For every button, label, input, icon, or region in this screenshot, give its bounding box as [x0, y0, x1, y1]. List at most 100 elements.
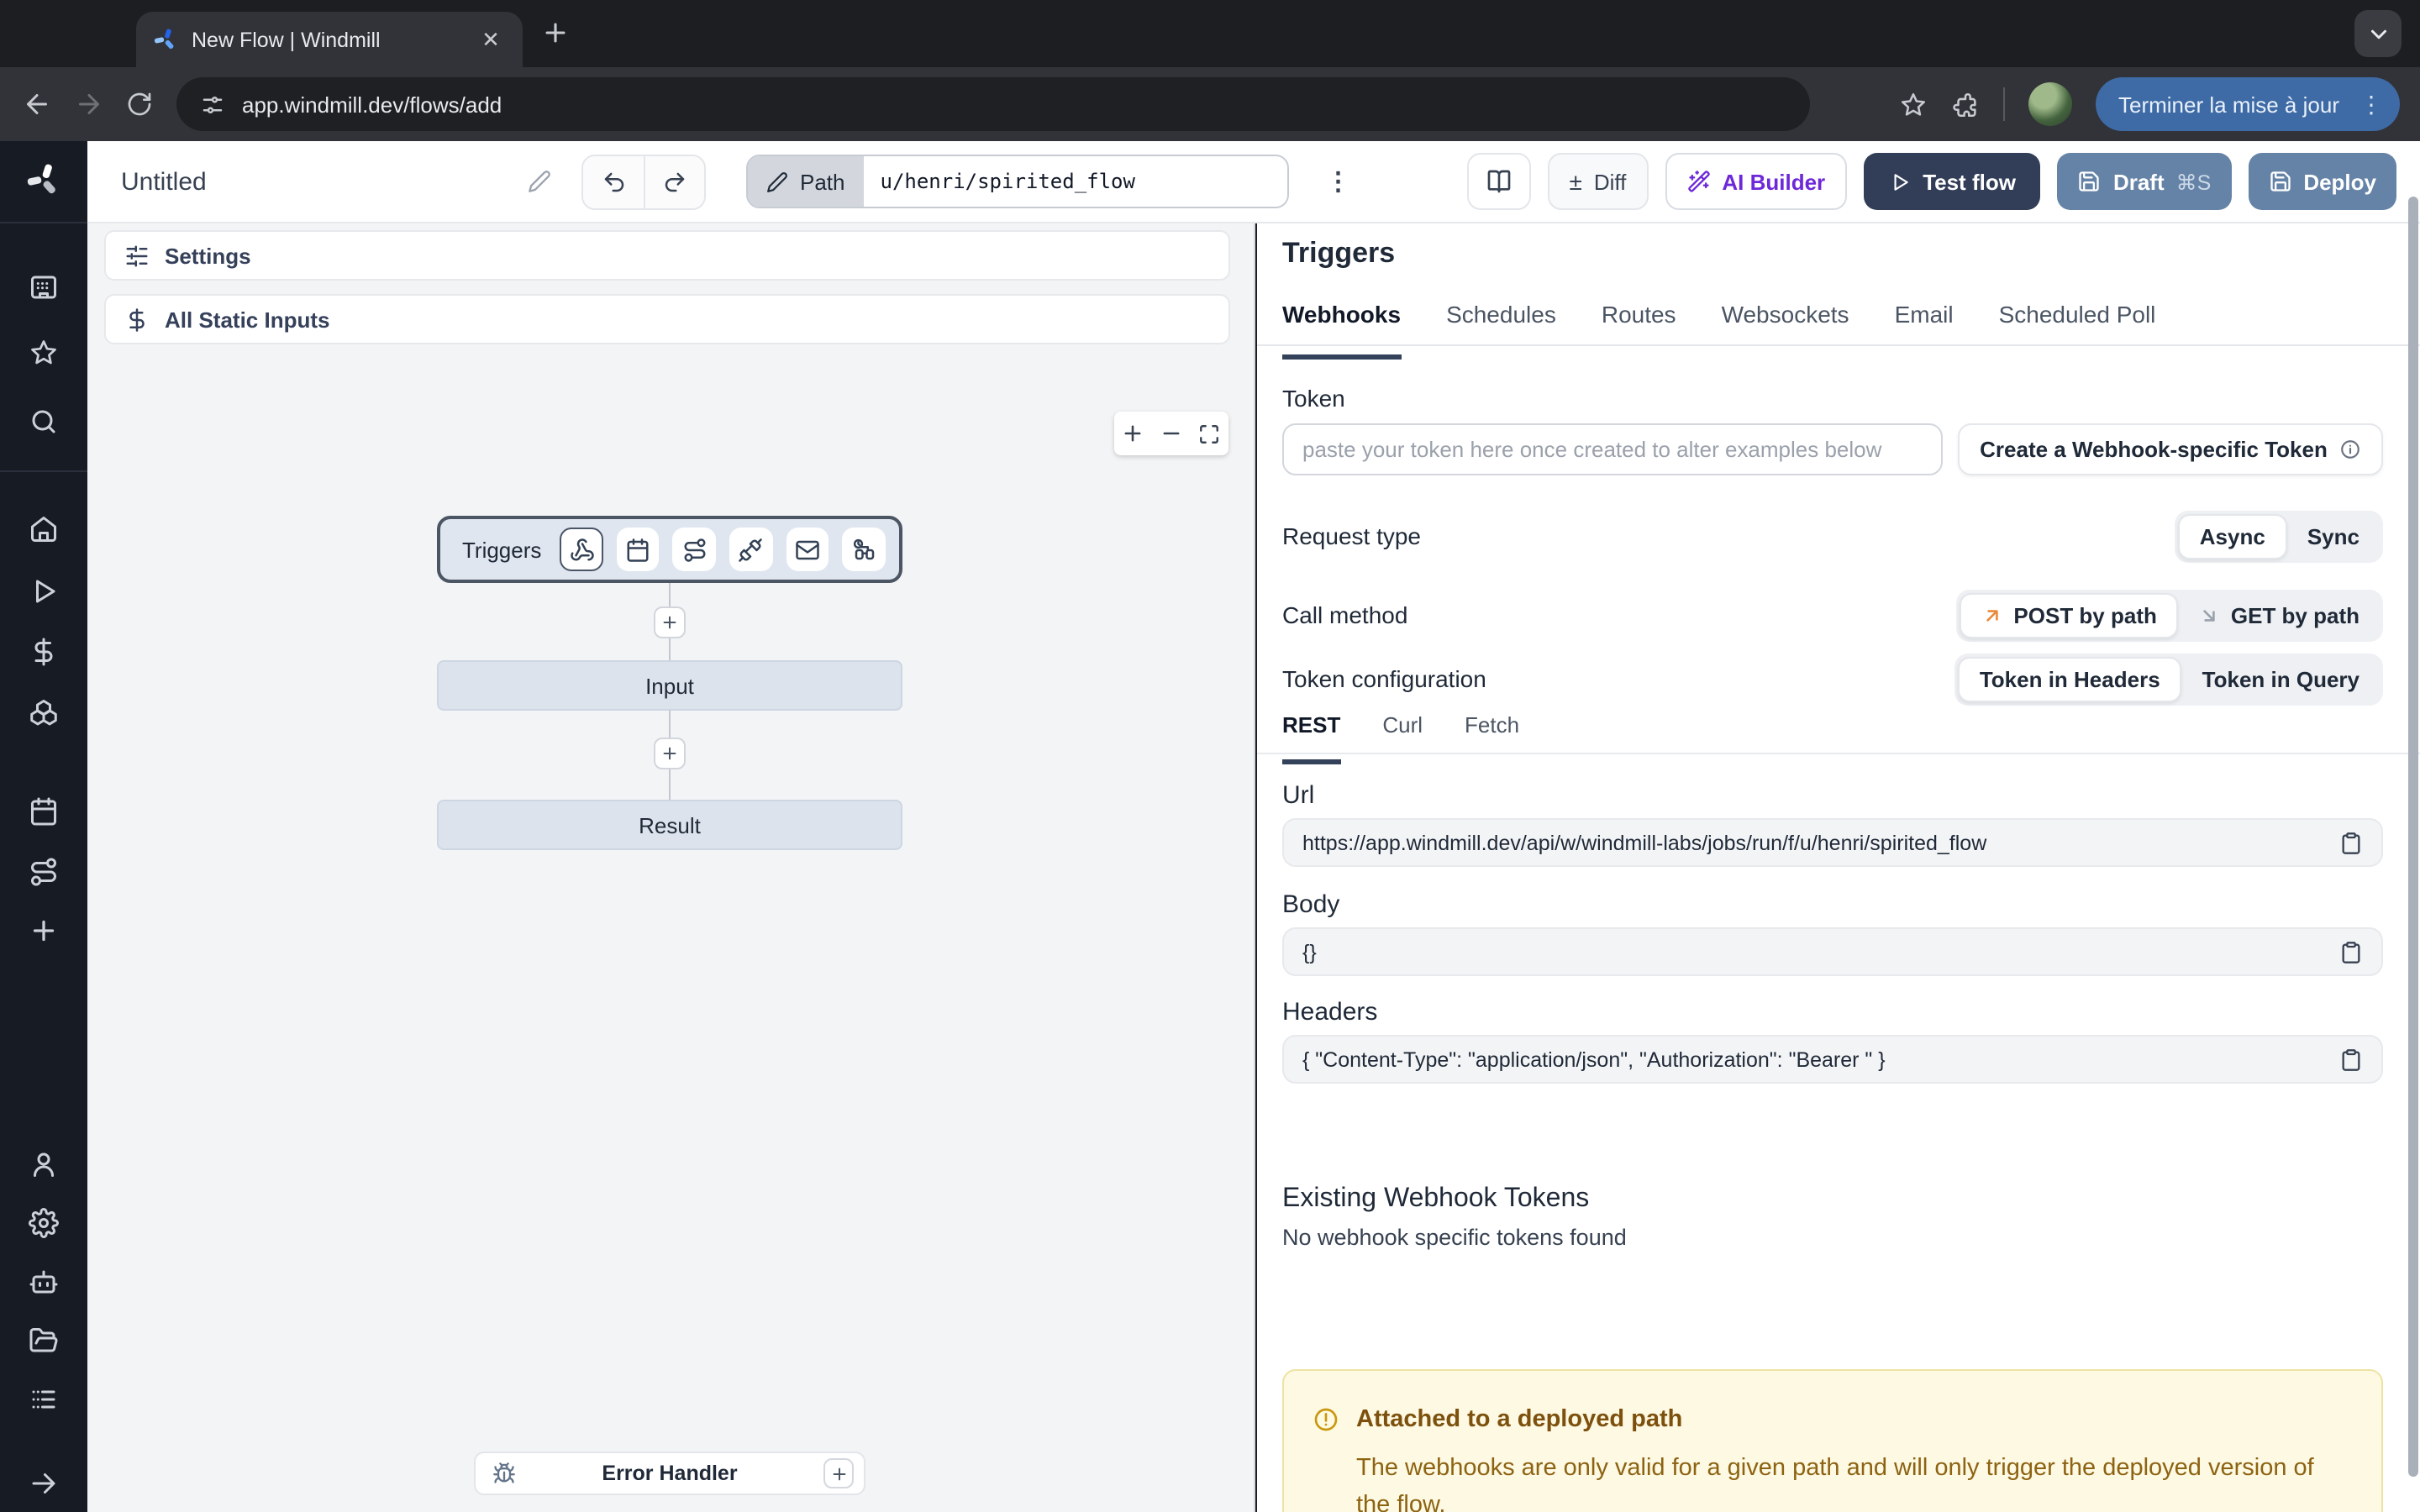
sidebar-item-create[interactable] [29, 916, 59, 946]
token-input[interactable] [1282, 423, 1943, 475]
windmill-logo[interactable] [25, 161, 62, 198]
undo-button[interactable] [583, 155, 644, 207]
browser-menu-icon[interactable]: ⋮ [2353, 90, 2390, 118]
browser-tab[interactable]: New Flow | Windmill ✕ [136, 12, 523, 67]
option-async[interactable]: Async [2178, 513, 2287, 559]
fit-view-button[interactable] [1191, 412, 1228, 455]
path-edit-button[interactable]: Path [748, 156, 864, 207]
triggers-node[interactable]: Triggers [437, 516, 902, 583]
result-node[interactable]: Result [437, 800, 902, 850]
reload-button[interactable] [126, 91, 153, 118]
tab-email[interactable]: Email [1895, 301, 1954, 344]
trigger-websocket-button[interactable] [729, 528, 772, 571]
zoom-out-button[interactable] [1152, 412, 1190, 455]
tab-scheduled-poll[interactable]: Scheduled Poll [1999, 301, 2156, 344]
sidebar-item-workers[interactable] [29, 1267, 59, 1297]
tab-rest[interactable]: REST [1282, 712, 1340, 753]
add-step-button[interactable] [654, 738, 686, 769]
draft-button[interactable]: Draft ⌘S [2058, 153, 2231, 210]
site-settings-icon[interactable] [200, 92, 225, 117]
body-field: {} [1282, 927, 2383, 976]
tab-close-icon[interactable]: ✕ [476, 24, 506, 55]
profile-avatar[interactable] [2028, 82, 2071, 126]
sidebar-item-logs[interactable] [29, 1384, 59, 1415]
settings-bar[interactable]: Settings [104, 230, 1230, 281]
deploy-button[interactable]: Deploy [2248, 153, 2396, 210]
sidebar-item-search[interactable] [29, 407, 59, 437]
sidebar-item-resources[interactable] [29, 697, 59, 727]
trigger-webhook-button[interactable] [560, 528, 602, 571]
option-token-in-headers[interactable]: Token in Headers [1958, 656, 2182, 701]
panel-scrollbar[interactable] [2408, 197, 2418, 1477]
docs-button[interactable] [1466, 153, 1530, 210]
warning-title: Attached to a deployed path [1356, 1406, 1682, 1433]
path-pencil-icon [766, 171, 788, 192]
sidebar-item-folders[interactable] [29, 1326, 59, 1356]
headers-field: { "Content-Type": "application/json", "A… [1282, 1035, 2383, 1084]
sidebar-item-favorites[interactable] [29, 338, 59, 368]
tab-search-button[interactable] [2354, 10, 2402, 57]
redo-button[interactable] [644, 155, 704, 207]
canvas-zoom-controls [1114, 412, 1228, 455]
new-tab-button[interactable] [541, 18, 570, 47]
error-handler-node[interactable]: Error Handler [474, 1452, 865, 1495]
option-token-in-query[interactable]: Token in Query [2182, 656, 2380, 701]
add-step-button[interactable] [654, 606, 686, 638]
trigger-email-button[interactable] [786, 528, 829, 571]
trigger-scheduled-poll-button[interactable] [843, 528, 886, 571]
static-inputs-bar[interactable]: All Static Inputs [104, 294, 1230, 344]
create-webhook-token-button[interactable]: Create a Webhook-specific Token [1958, 423, 2383, 475]
sidebar-item-schedules[interactable] [29, 796, 59, 827]
input-node[interactable]: Input [437, 660, 902, 711]
copy-headers-icon[interactable] [2339, 1047, 2363, 1071]
tab-routes[interactable]: Routes [1602, 301, 1676, 344]
tab-schedules[interactable]: Schedules [1446, 301, 1556, 344]
sidebar-item-variables[interactable] [29, 637, 59, 667]
sidebar-item-user[interactable] [29, 1149, 59, 1179]
flow-header-bar: Untitled Path ⋮ ± Diff AI Builder [87, 141, 2420, 223]
sidebar-expand-arrow-icon[interactable] [29, 1468, 59, 1499]
deployed-path-warning: Attached to a deployed path The webhooks… [1282, 1369, 2383, 1512]
tab-curl[interactable]: Curl [1382, 712, 1423, 753]
finish-update-button[interactable]: Terminer la mise à jour ⋮ [2095, 77, 2400, 131]
zoom-in-button[interactable] [1114, 412, 1152, 455]
url-bar[interactable]: app.windmill.dev/flows/add [176, 77, 1810, 131]
flow-name: Untitled [121, 167, 207, 196]
extensions-icon[interactable] [1950, 90, 1979, 118]
token-config-row: Token configuration Token in Headers Tok… [1282, 652, 2383, 706]
sidebar-item-runs[interactable] [29, 576, 59, 606]
edit-name-pencil-icon[interactable] [528, 170, 551, 193]
trigger-route-button[interactable] [673, 528, 716, 571]
code-example-tabs: REST Curl Fetch [1257, 712, 2420, 754]
tab-websockets[interactable]: Websockets [1722, 301, 1849, 344]
sidebar-item-triggers[interactable] [29, 857, 59, 887]
ai-builder-button[interactable]: AI Builder [1665, 153, 1847, 210]
tab-title: New Flow | Windmill [192, 28, 462, 51]
add-error-handler-button[interactable] [823, 1458, 854, 1488]
tab-webhooks[interactable]: Webhooks [1282, 301, 1401, 344]
flow-name-field[interactable]: Untitled [111, 167, 561, 196]
sidebar-item-home[interactable] [29, 514, 59, 544]
bookmark-star-icon[interactable] [1898, 90, 1927, 118]
test-flow-button[interactable]: Test flow [1864, 153, 2041, 210]
back-button[interactable] [22, 89, 52, 119]
forward-button[interactable] [74, 89, 104, 119]
path-control: Path [746, 155, 1289, 208]
wand-icon [1686, 170, 1710, 193]
sidebar-item-settings[interactable] [29, 1208, 59, 1238]
more-options-icon[interactable]: ⋮ [1326, 166, 1351, 197]
diff-button[interactable]: ± Diff [1547, 153, 1648, 210]
url-label: Url [1282, 781, 1314, 810]
dollar-icon [124, 307, 150, 332]
option-post-by-path[interactable]: POST by path [1960, 592, 2178, 638]
option-sync[interactable]: Sync [2287, 513, 2380, 559]
option-get-by-path[interactable]: GET by path [2179, 592, 2380, 638]
webhook-icon [569, 537, 594, 562]
sidebar-item-workspace[interactable] [29, 272, 59, 302]
copy-url-icon[interactable] [2339, 831, 2363, 854]
path-input[interactable] [864, 156, 1287, 207]
trigger-schedule-button[interactable] [617, 528, 660, 571]
copy-body-icon[interactable] [2339, 940, 2363, 963]
mail-icon [795, 537, 820, 562]
tab-fetch[interactable]: Fetch [1465, 712, 1519, 753]
